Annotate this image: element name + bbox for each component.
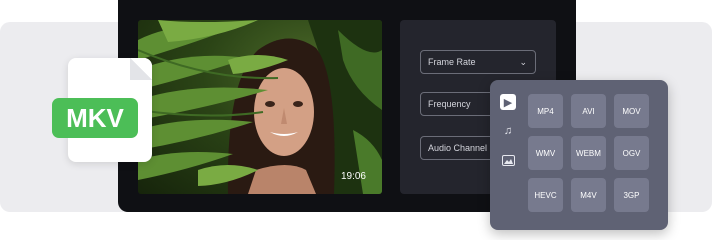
chevron-down-icon: ⌄ [519,57,527,67]
music-icon[interactable]: ♫ [500,123,516,139]
video-icon[interactable]: ▶ [500,94,516,110]
format-option[interactable]: MP4 [528,94,563,128]
format-option[interactable]: AVI [571,94,606,128]
format-option[interactable]: HEVC [528,178,563,212]
frame-rate-select[interactable]: Frame Rate ⌄ [420,50,536,74]
format-option[interactable]: WMV [528,136,563,170]
format-option[interactable]: 3GP [614,178,649,212]
audio-channel-label: Audio Channel [428,143,488,153]
frequency-label: Frequency [428,99,471,109]
format-picker-panel: ▶ ♫ MP4 AVI MOV WMV WEBM OGV HEVC M4V 3G… [490,80,668,230]
frame-rate-label: Frame Rate [428,57,476,67]
image-icon[interactable] [500,152,516,168]
media-type-tabs: ▶ ♫ [500,94,522,181]
format-option[interactable]: OGV [614,136,649,170]
converter-stage: 19:06 Frame Rate ⌄ Frequency Audio Chann… [0,0,720,240]
format-option[interactable]: WEBM [571,136,606,170]
format-option[interactable]: M4V [571,178,606,212]
format-option[interactable]: MOV [614,94,649,128]
file-format-badge: MKV [52,98,138,138]
file-fold [130,58,152,80]
video-preview[interactable]: 19:06 [138,20,382,194]
video-frame-image [138,20,382,194]
video-timestamp: 19:06 [340,171,366,182]
format-grid: MP4 AVI MOV WMV WEBM OGV HEVC M4V 3GP [528,94,649,212]
